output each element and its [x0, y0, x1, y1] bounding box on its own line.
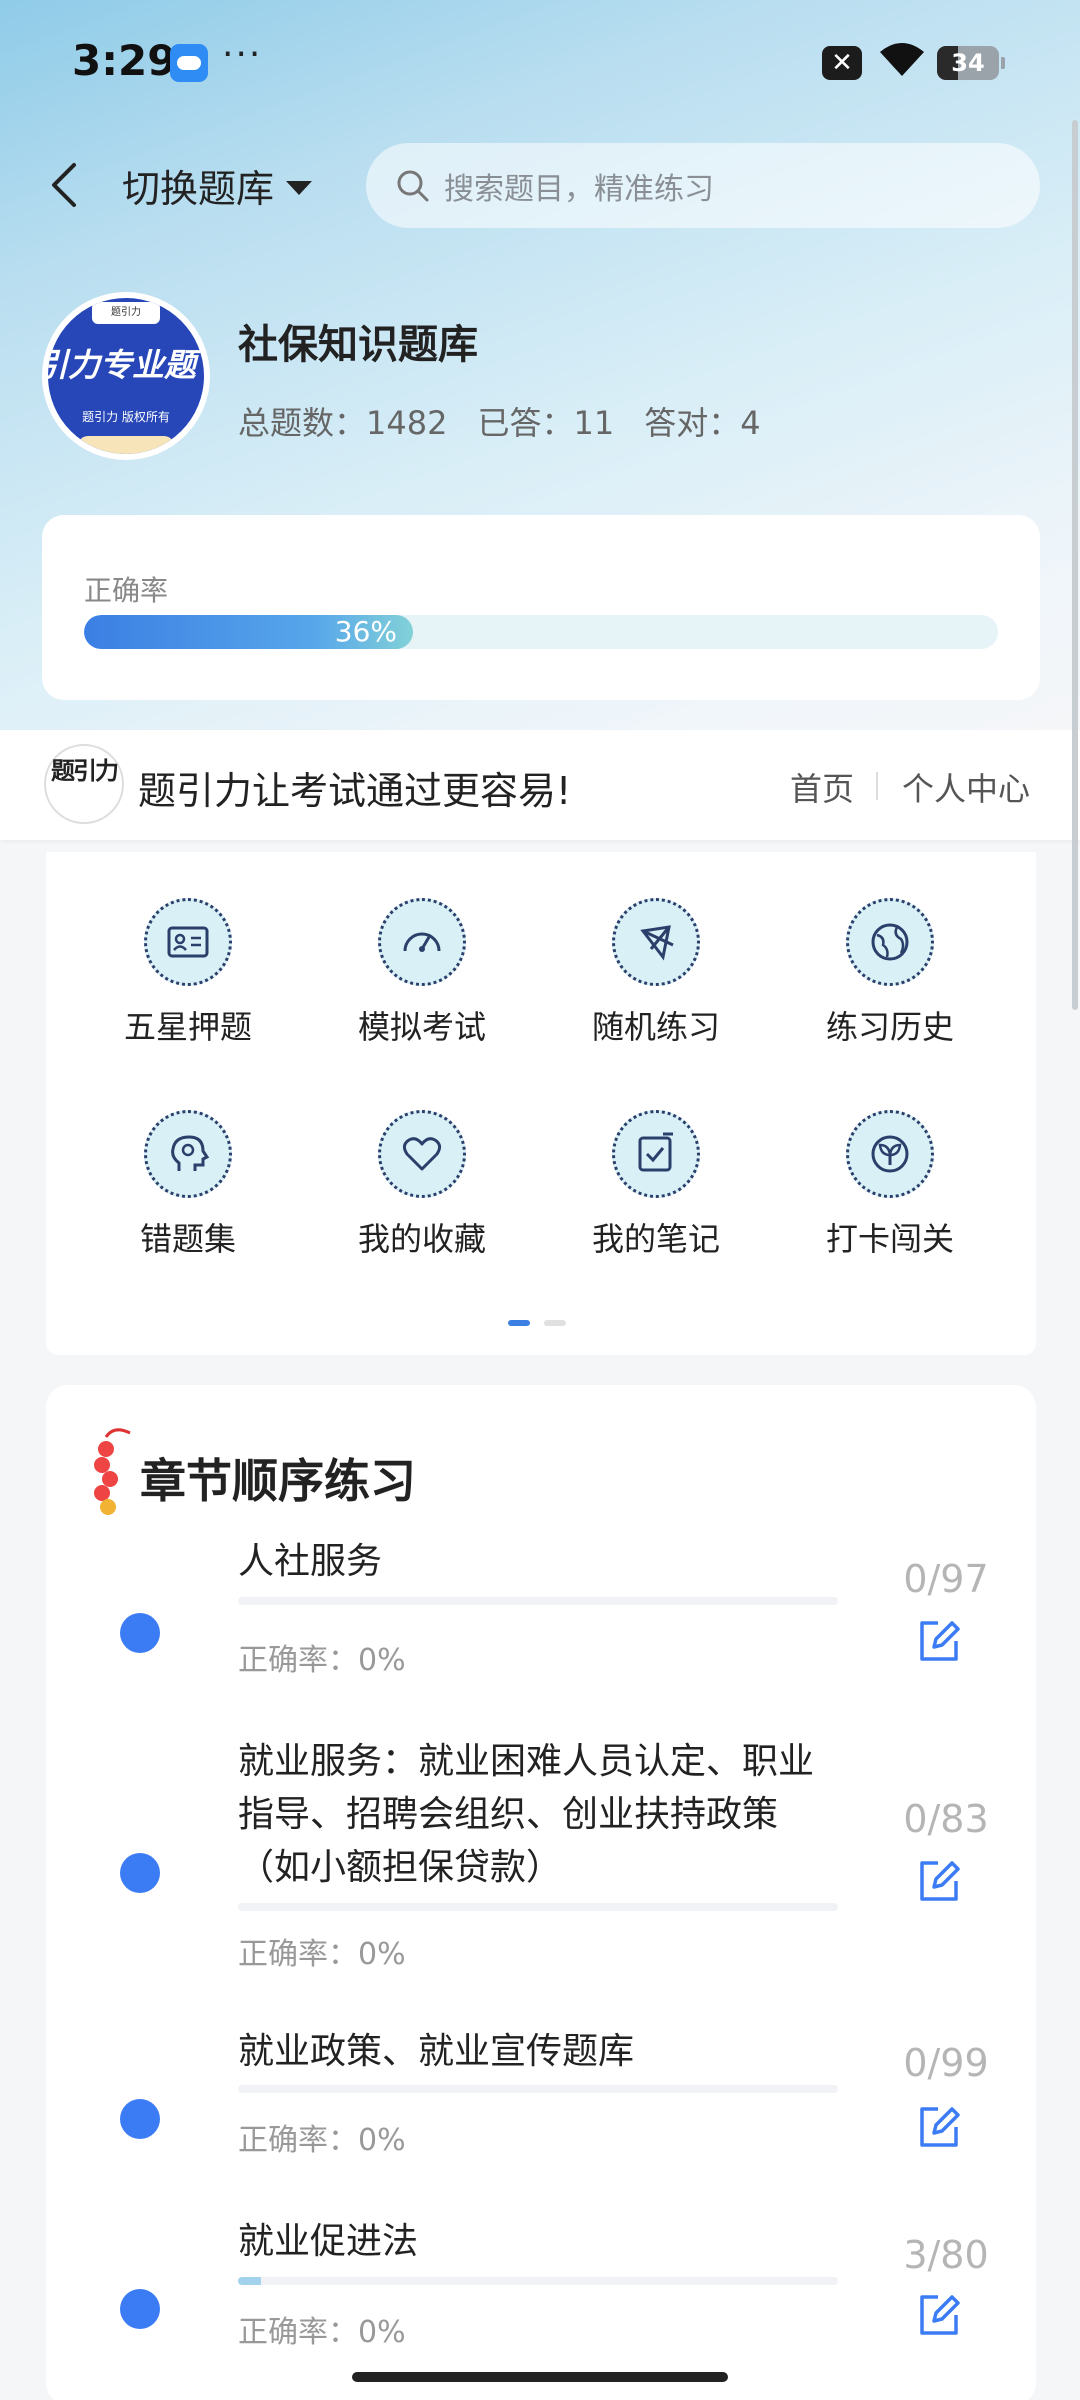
- logo-footer: [78, 436, 174, 454]
- accuracy-label: 正确率: [84, 574, 169, 607]
- function-item-five-star[interactable]: 五星押题: [88, 898, 288, 1078]
- network-icon: [640, 925, 674, 961]
- note-check-icon: [638, 1132, 673, 1172]
- chapter-progress-bar: [238, 1597, 838, 1605]
- search-icon: [397, 170, 429, 201]
- chapter-title: 就业政策、就业宣传题库: [238, 2031, 635, 2072]
- function-item-wrong-questions[interactable]: 错题集: [88, 1110, 288, 1290]
- function-label: 我的收藏: [357, 1220, 486, 1258]
- personal-center-link[interactable]: 个人中心: [902, 764, 1030, 810]
- bank-stats: 总题数：1482 已答：11 答对：4: [238, 398, 761, 444]
- chapter-accuracy: 正确率：0%: [238, 2315, 406, 2350]
- search-placeholder: 搜索题目，精准练习: [444, 171, 714, 207]
- chapter-progress-fill: [238, 2277, 261, 2285]
- firecracker-icon: [94, 1428, 131, 1515]
- function-label: 打卡闯关: [825, 1220, 954, 1258]
- pager-dot[interactable]: [544, 1320, 566, 1326]
- status-time: 3:29: [72, 36, 177, 85]
- grid-pager[interactable]: [508, 1320, 566, 1326]
- wifi-icon: [880, 43, 924, 76]
- function-item-checkin[interactable]: 打卡闯关: [790, 1110, 990, 1290]
- function-label: 五星押题: [123, 1008, 252, 1046]
- divider: [876, 772, 878, 800]
- switch-bank-label: 切换题库: [122, 167, 275, 211]
- dropdown-triangle-icon: [286, 180, 313, 195]
- chapter-progress-bar: [238, 2277, 838, 2285]
- globe-icon: [871, 923, 909, 961]
- speedometer-icon: [403, 932, 441, 952]
- brand-slogan: 题引力让考试通过更容易!: [138, 769, 572, 813]
- chapter-count: 0/83: [903, 1797, 989, 1841]
- chapter-title: 就业服务：就业困难人员认定、职业指导、招聘会组织、创业扶持政策（如小额担保贷款）: [238, 1741, 815, 1888]
- accuracy-progress-fill: 36%: [84, 615, 414, 649]
- chapter-heading: 章节顺序练习: [140, 1454, 416, 1508]
- chapter-accuracy: 正确率：0%: [238, 1643, 406, 1678]
- function-label: 我的笔记: [591, 1220, 720, 1258]
- battery-level: 34: [951, 49, 985, 77]
- search-input[interactable]: 搜索题目，精准练习: [366, 143, 1040, 228]
- chapter-practice-card: 章节顺序练习 人社服务 正确率：0% 0/97 就业服务：就业困难人员认定、职业…: [46, 1385, 1036, 2400]
- edit-icon[interactable]: [914, 1615, 964, 1665]
- back-icon[interactable]: [40, 155, 90, 215]
- brand-logo-text: 题引力: [51, 757, 119, 785]
- chapter-title: 人社服务: [238, 1541, 383, 1582]
- head-icon: [171, 1135, 210, 1171]
- function-item-history[interactable]: 练习历史: [790, 898, 990, 1078]
- bank-title: 社保知识题库: [238, 322, 478, 368]
- function-item-notes[interactable]: 我的笔记: [556, 1110, 756, 1290]
- pager-dot-active[interactable]: [508, 1320, 530, 1326]
- scrollbar[interactable]: [1072, 120, 1078, 1010]
- function-grid: 五星押题 模拟考试 随机练习 练习历史 错题集 我的收藏 我的笔记 打卡闯关: [46, 852, 1036, 1355]
- sprout-icon: [871, 1135, 909, 1173]
- chapter-accuracy: 正确率：0%: [238, 1937, 406, 1972]
- edit-icon[interactable]: [914, 2101, 964, 2151]
- accuracy-progress-bar: 36%: [84, 615, 998, 649]
- function-label: 错题集: [139, 1220, 236, 1258]
- function-item-mock-exam[interactable]: 模拟考试: [322, 898, 522, 1078]
- chapter-progress-bar: [238, 2085, 838, 2093]
- edit-icon[interactable]: [914, 2289, 964, 2339]
- answered-count: 已答：11: [477, 404, 615, 442]
- logo-title: 引力专业题: [48, 346, 197, 384]
- status-bar: 3:29 ··· ✕ 34: [0, 0, 1080, 120]
- function-item-random-practice[interactable]: 随机练习: [556, 898, 756, 1078]
- chapter-title: 就业促进法: [238, 2221, 419, 2262]
- id-card-icon: [167, 926, 209, 958]
- no-sim-icon: ✕: [822, 46, 862, 80]
- battery-icon: 34: [937, 46, 1005, 80]
- function-label: 随机练习: [591, 1008, 720, 1046]
- brand-logo: 题引力: [44, 744, 124, 824]
- chapter-bullet: [120, 1613, 160, 1653]
- function-label: 模拟考试: [357, 1008, 486, 1046]
- chapter-count: 0/99: [903, 2041, 989, 2085]
- logo-top-badge: 题引力: [92, 302, 160, 324]
- more-notifications-icon: ···: [222, 34, 263, 75]
- correct-count: 答对：4: [644, 404, 761, 442]
- chapter-bullet: [120, 1853, 160, 1893]
- chapter-count: 3/80: [903, 2233, 989, 2277]
- edit-icon[interactable]: [914, 1855, 964, 1905]
- bank-logo: 题引力 引力专业题 题引力 版权所有: [42, 292, 210, 460]
- function-label: 练习历史: [825, 1008, 954, 1046]
- function-item-favorites[interactable]: 我的收藏: [322, 1110, 522, 1290]
- weather-icon: [170, 44, 208, 82]
- accuracy-card: 正确率 36%: [42, 515, 1040, 700]
- chapter-count: 0/97: [903, 1557, 989, 1601]
- switch-bank-button[interactable]: 切换题库: [122, 158, 313, 213]
- chapter-bullet: [120, 2289, 160, 2329]
- logo-subtitle: 题引力 版权所有: [82, 410, 170, 424]
- chapter-bullet: [120, 2099, 160, 2139]
- total-count: 总题数：1482: [238, 404, 448, 442]
- home-indicator[interactable]: [352, 2372, 728, 2382]
- home-link[interactable]: 首页: [790, 764, 854, 810]
- chapter-accuracy: 正确率：0%: [238, 2123, 406, 2158]
- heart-icon: [402, 1137, 442, 1171]
- brand-bar: 题引力 题引力让考试通过更容易! 首页 个人中心: [0, 730, 1080, 840]
- chapter-progress-bar: [238, 1903, 838, 1911]
